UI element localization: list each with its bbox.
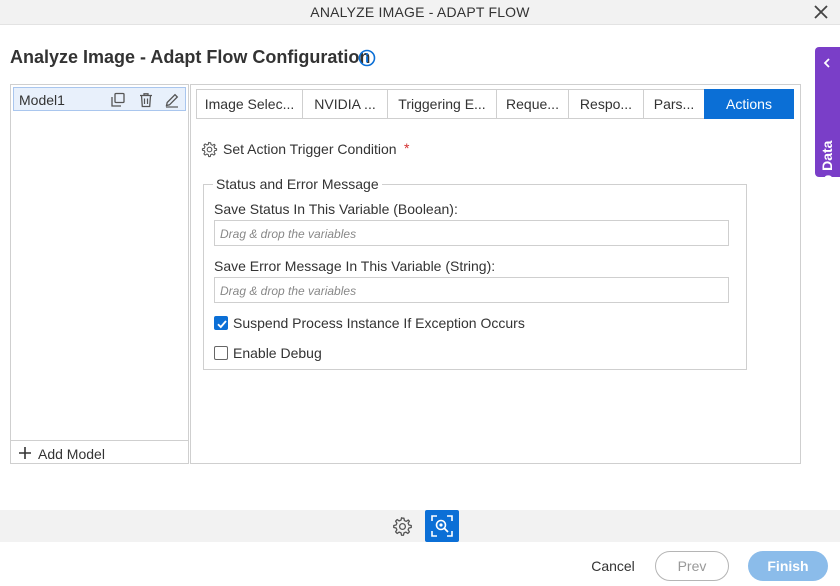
add-model-button[interactable]: Add Model bbox=[11, 440, 188, 464]
model-list-item[interactable]: Model1 bbox=[13, 87, 186, 111]
gear-icon[interactable] bbox=[392, 516, 413, 537]
app-data-tab[interactable]: App Data bbox=[815, 47, 840, 202]
error-variable-dropzone[interactable]: Drag & drop the variables bbox=[214, 277, 729, 303]
tab-parse[interactable]: Pars... bbox=[643, 89, 705, 119]
add-model-label: Add Model bbox=[38, 446, 105, 462]
tab-request[interactable]: Reque... bbox=[496, 89, 569, 119]
required-marker: * bbox=[404, 140, 410, 156]
tab-nvidia[interactable]: NVIDIA ... bbox=[302, 89, 388, 119]
tab-bar: Image Selec... NVIDIA ... Triggering E..… bbox=[196, 89, 796, 119]
tab-triggering-events[interactable]: Triggering E... bbox=[387, 89, 497, 119]
group-title: Status and Error Message bbox=[213, 176, 382, 192]
status-error-group: Status and Error Message Save Status In … bbox=[203, 176, 747, 370]
enable-debug-label: Enable Debug bbox=[233, 345, 322, 361]
footer-toolbar bbox=[0, 510, 840, 542]
info-circle-icon[interactable] bbox=[358, 49, 376, 67]
dialog-title: ANALYZE IMAGE - ADAPT FLOW bbox=[310, 4, 530, 20]
enable-debug-checkbox[interactable] bbox=[214, 346, 228, 360]
finish-button[interactable]: Finish bbox=[748, 551, 828, 581]
plus-icon bbox=[19, 447, 31, 459]
chevron-left-icon bbox=[823, 58, 830, 68]
tab-image-selection[interactable]: Image Selec... bbox=[196, 89, 303, 119]
prev-button[interactable]: Prev bbox=[655, 551, 729, 581]
trigger-condition-label: Set Action Trigger Condition bbox=[223, 141, 397, 157]
gear-icon bbox=[201, 141, 218, 158]
status-variable-dropzone[interactable]: Drag & drop the variables bbox=[214, 220, 729, 246]
tab-actions[interactable]: Actions bbox=[704, 89, 794, 119]
suspend-process-label: Suspend Process Instance If Exception Oc… bbox=[233, 315, 525, 331]
model-list-panel: Model1 Add Model bbox=[10, 84, 189, 464]
error-variable-label: Save Error Message In This Variable (Str… bbox=[214, 258, 496, 274]
dialog-title-bar: ANALYZE IMAGE - ADAPT FLOW bbox=[0, 0, 840, 25]
check-icon bbox=[217, 320, 227, 329]
edit-icon[interactable] bbox=[164, 92, 180, 108]
status-variable-label: Save Status In This Variable (Boolean): bbox=[214, 201, 458, 217]
image-scan-button[interactable] bbox=[425, 510, 459, 542]
tab-response[interactable]: Respo... bbox=[568, 89, 644, 119]
copy-icon[interactable] bbox=[110, 92, 126, 108]
suspend-process-checkbox[interactable] bbox=[214, 316, 228, 330]
app-data-label: App Data bbox=[819, 140, 835, 202]
trash-icon[interactable] bbox=[138, 92, 154, 108]
configuration-panel: Image Selec... NVIDIA ... Triggering E..… bbox=[190, 84, 801, 464]
page-title: Analyze Image - Adapt Flow Configuration bbox=[10, 47, 371, 67]
close-icon[interactable] bbox=[812, 3, 830, 21]
image-scan-icon bbox=[431, 515, 453, 537]
model-name: Model1 bbox=[19, 92, 65, 108]
cancel-button[interactable]: Cancel bbox=[583, 551, 643, 581]
